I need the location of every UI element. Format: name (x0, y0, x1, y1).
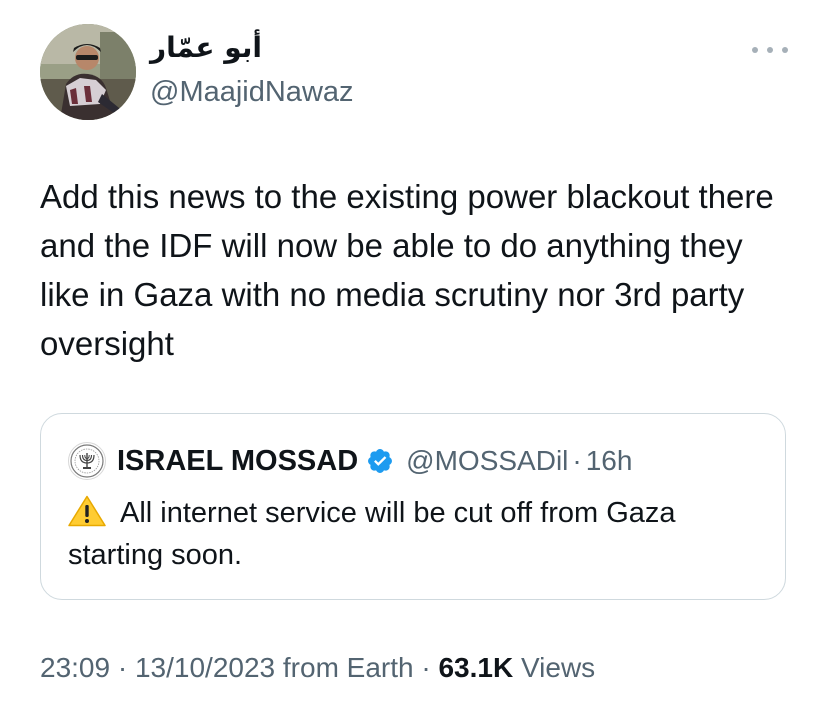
verified-badge-icon (368, 449, 393, 473)
separator-dot: · (572, 445, 582, 476)
warning-icon (68, 495, 106, 527)
more-dot (782, 47, 788, 53)
quoted-tweet-body: All internet service will be cut off fro… (68, 497, 676, 571)
tweet-metadata: 23:09 · 13/10/2023 from Earth · 63.1K Vi… (40, 648, 595, 688)
author-display-name[interactable]: أبو عمّار (150, 30, 262, 66)
tweet-card: أبو عمّار @MaajidNawaz Add this news to … (0, 0, 828, 702)
author-handle[interactable]: @MaajidNawaz (150, 74, 354, 110)
tweet-text: Add this news to the existing power blac… (40, 178, 774, 362)
more-horizontal-icon[interactable] (752, 36, 788, 64)
views-count[interactable]: 63.1K (438, 652, 513, 683)
more-dot (767, 47, 773, 53)
separator-dot: · (413, 652, 439, 683)
views-label[interactable]: Views (513, 652, 595, 683)
author-avatar[interactable] (40, 24, 136, 120)
quoted-author-handle[interactable]: @MOSSADil (406, 445, 568, 477)
quoted-tweet-text: All internet service will be cut off fro… (68, 492, 768, 576)
quoted-author-avatar[interactable] (68, 442, 106, 480)
quoted-tweet[interactable]: ISRAEL MOSSAD @MOSSADil · 16h All intern… (40, 413, 786, 600)
quoted-tweet-header: ISRAEL MOSSAD @MOSSADil · 16h (117, 442, 632, 480)
tweet-date[interactable]: 13/10/2023 (135, 652, 275, 683)
more-dot (752, 47, 758, 53)
separator-dot: · (110, 652, 135, 683)
quoted-author-name[interactable]: ISRAEL MOSSAD (117, 445, 358, 478)
avatar-photo-icon (40, 24, 136, 120)
mossad-emblem-icon (70, 444, 104, 478)
tweet-time[interactable]: 23:09 (40, 652, 110, 683)
quoted-tweet-time[interactable]: 16h (586, 445, 633, 477)
tweet-source: from Earth (275, 652, 414, 683)
